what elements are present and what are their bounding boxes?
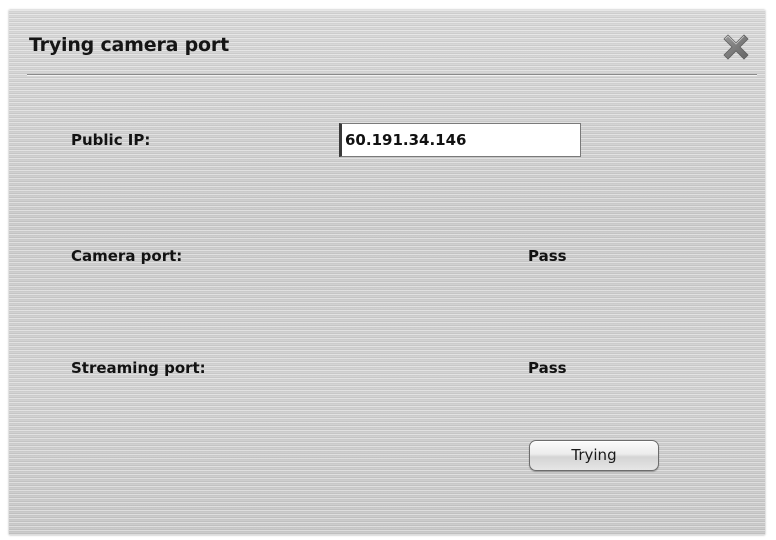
streaming-port-status: Pass	[528, 359, 567, 377]
public-ip-label: Public IP:	[71, 131, 151, 149]
trying-camera-port-dialog: Trying camera port Public IP: Camera por…	[9, 10, 765, 535]
dialog-title: Trying camera port	[29, 34, 229, 56]
public-ip-input[interactable]	[339, 123, 581, 157]
streaming-port-label: Streaming port:	[71, 359, 206, 377]
camera-port-status: Pass	[528, 247, 567, 265]
close-x-icon	[723, 34, 749, 60]
camera-port-label: Camera port:	[71, 247, 183, 265]
title-divider	[27, 74, 757, 76]
close-button[interactable]	[719, 30, 753, 64]
title-bar: Trying camera port	[9, 10, 765, 78]
trying-button[interactable]: Trying	[529, 440, 659, 471]
